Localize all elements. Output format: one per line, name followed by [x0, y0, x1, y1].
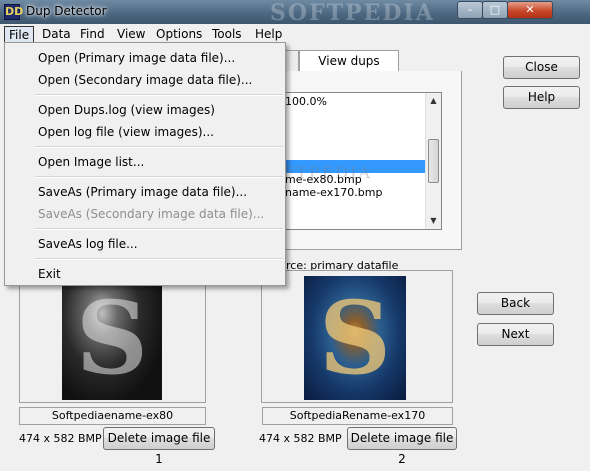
list-item[interactable]: name-ex170.bmp [281, 186, 382, 199]
right-image-frame: S [261, 270, 453, 403]
close-window-button[interactable]: ✕ [507, 1, 553, 19]
menu-item-open-secondary[interactable]: Open (Secondary image data file)... [7, 69, 283, 91]
back-button[interactable]: Back [477, 292, 554, 315]
menu-item-open-dups-log[interactable]: Open Dups.log (view images) [7, 99, 283, 121]
list-item[interactable]: 100.0% [281, 95, 327, 108]
menu-separator [35, 258, 283, 260]
title-bar[interactable]: DD Dup Detector SOFTPEDIA – □ ✕ [0, 0, 590, 26]
next-button[interactable]: Next [477, 323, 554, 346]
menu-separator [35, 176, 283, 178]
minimize-button[interactable]: – [457, 1, 483, 19]
right-image-preview: S [304, 276, 406, 400]
scroll-thumb[interactable] [428, 139, 439, 183]
right-image-name: SoftpediaRename-ex170 [262, 407, 453, 425]
left-image-frame: S [19, 270, 206, 403]
menu-separator [35, 94, 283, 96]
menu-separator [35, 228, 283, 230]
menu-separator [35, 146, 283, 148]
left-image-preview: S [62, 276, 162, 400]
menu-item-exit[interactable]: Exit [7, 263, 283, 285]
menu-item-saveas-log[interactable]: SaveAs log file... [7, 233, 283, 255]
list-scrollbar[interactable]: ▲ ▼ [425, 93, 441, 229]
delete-image-2-button[interactable]: Delete image file 2 [347, 427, 457, 466]
menu-item-saveas-primary[interactable]: SaveAs (Primary image data file)... [7, 181, 283, 203]
menu-item-open-primary[interactable]: Open (Primary image data file)... [7, 47, 283, 69]
scroll-down-icon[interactable]: ▼ [426, 213, 441, 229]
maximize-button[interactable]: □ [482, 1, 508, 19]
scroll-up-icon[interactable]: ▲ [426, 93, 441, 109]
delete-image-1-button[interactable]: Delete image file 1 [103, 427, 215, 466]
menu-item-saveas-secondary: SaveAs (Secondary image data file)... [38, 207, 265, 221]
left-image-info: 474 x 582 BMP [19, 432, 102, 445]
watermark-text: SOFTPEDIA [270, 0, 435, 26]
file-menu-dropdown: Open (Primary image data file)... Open (… [4, 42, 286, 286]
help-button[interactable]: Help [503, 86, 580, 109]
image-logo-glyph: S [318, 279, 392, 397]
right-image-info: 474 x 582 BMP [259, 432, 342, 445]
image-logo-glyph: S [75, 279, 149, 397]
tab-view-dups[interactable]: View dups [299, 50, 399, 72]
main-window: DD Dup Detector SOFTPEDIA – □ ✕ File Dat… [0, 0, 590, 471]
menu-bar: File Data Find View Options Tools Help [0, 24, 590, 44]
menu-item-open-image-list[interactable]: Open Image list... [7, 151, 283, 173]
window-title: Dup Detector [26, 4, 107, 18]
menu-item-open-log-file[interactable]: Open log file (view images)... [7, 121, 283, 143]
close-button[interactable]: Close [503, 56, 580, 79]
app-icon: DD [4, 4, 24, 20]
left-image-name: Softpediaename-ex80 [19, 407, 206, 425]
dups-listbox[interactable]: 100.0% me-ex80.bmp name-ex170.bmp ▲ ▼ [280, 92, 442, 230]
